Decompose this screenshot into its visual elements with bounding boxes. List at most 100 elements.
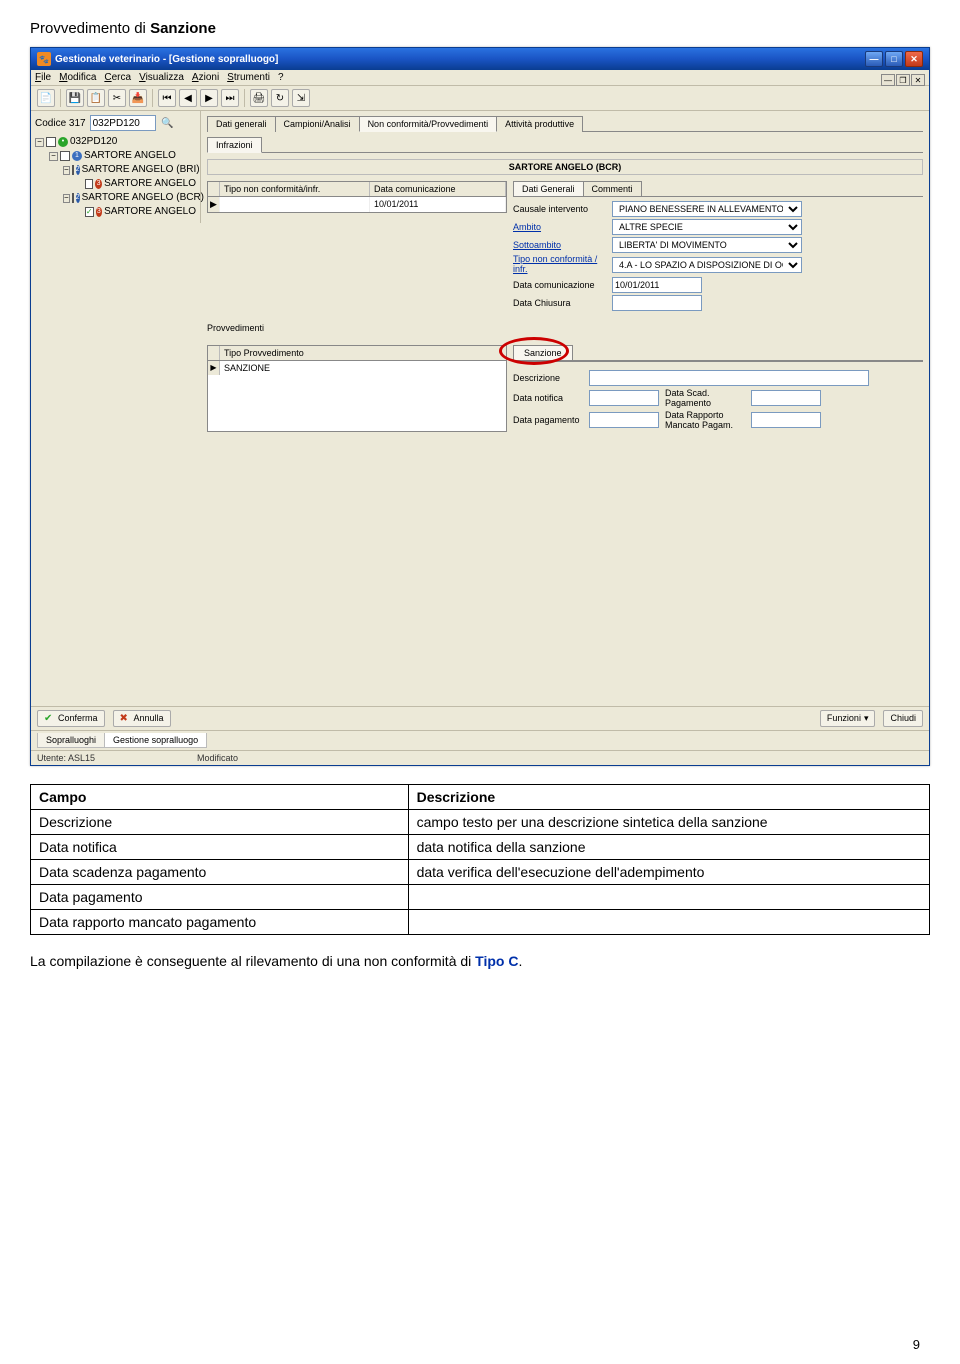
lbl-data-rapporto: Data Rapporto Mancato Pagam. — [665, 410, 745, 430]
search-icon[interactable]: 🔍 — [160, 115, 176, 131]
tree-node-root[interactable]: 032PD120 — [70, 135, 117, 149]
tipo-c-bold: Tipo C — [475, 953, 518, 969]
tab-campioni[interactable]: Campioni/Analisi — [275, 116, 360, 132]
mdi-close-button[interactable]: ✕ — [911, 74, 925, 86]
tree-node-4[interactable]: SARTORE ANGELO (BCR) — [82, 191, 204, 205]
infrazioni-grid[interactable]: Tipo non conformità/infr. Data comunicaz… — [207, 181, 507, 213]
lbl-descrizione: Descrizione — [513, 373, 583, 383]
toolbar-cut-icon[interactable]: ✂ — [108, 89, 126, 107]
grid-cell-data[interactable]: 10/01/2011 — [370, 197, 506, 212]
input-data-rapporto[interactable] — [751, 412, 821, 428]
grid-col-tipo: Tipo non conformità/infr. — [220, 182, 370, 196]
codice-input[interactable] — [90, 115, 156, 131]
chevron-down-icon: ▾ — [864, 713, 869, 724]
row-marker-icon: ▶ — [208, 197, 220, 212]
toolbar-paste-icon[interactable]: 📥 — [129, 89, 147, 107]
tree-node-5[interactable]: SARTORE ANGELO — [104, 205, 196, 219]
select-sottoambito[interactable]: LIBERTA' DI MOVIMENTO — [612, 237, 802, 253]
annulla-button[interactable]: Annulla — [113, 710, 171, 727]
statusbar: Utente: ASL15 Modificato — [31, 750, 929, 765]
toolbar-nav-last-icon[interactable]: ⏭ — [221, 89, 239, 107]
td: campo testo per una descrizione sintetic… — [408, 809, 929, 834]
td: Data pagamento — [31, 884, 409, 909]
maximize-button[interactable]: □ — [885, 51, 903, 67]
td: Descrizione — [31, 809, 409, 834]
cross-icon — [120, 713, 131, 724]
toolbar-refresh-icon[interactable]: ↻ — [271, 89, 289, 107]
input-descrizione[interactable] — [589, 370, 869, 386]
input-data-pagamento[interactable] — [589, 412, 659, 428]
toolbar-nav-next-icon[interactable]: ▶ — [200, 89, 218, 107]
toolbar: 📄 💾 📋 ✂ 📥 ⏮ ◀ ▶ ⏭ 🖨 ↻ ⇲ — [31, 86, 929, 111]
tree-node-1[interactable]: SARTORE ANGELO — [84, 149, 176, 163]
toolbar-new-icon[interactable]: 📄 — [37, 89, 55, 107]
toolbar-nav-first-icon[interactable]: ⏮ — [158, 89, 176, 107]
select-tipo-nonconf[interactable]: 4.A - LO SPAZIO A DISPOSIZIONE DI OGNI A… — [612, 257, 802, 273]
td: data notifica della sanzione — [408, 834, 929, 859]
window-title: Gestionale veterinario - [Gestione sopra… — [55, 54, 865, 65]
tab-sanzione[interactable]: Sanzione — [513, 345, 573, 360]
provvedimenti-label: Provvedimenti — [207, 323, 923, 333]
chiudi-button[interactable]: Chiudi — [883, 710, 923, 727]
tab-non-conformita[interactable]: Non conformità/Provvedimenti — [359, 116, 498, 132]
input-data-comunicazione[interactable] — [612, 277, 702, 293]
tree-view[interactable]: −•032PD120 −1SARTORE ANGELO −2SARTORE AN… — [35, 135, 196, 219]
prov-cell-tipo[interactable]: SANZIONE — [220, 361, 506, 375]
provvedimenti-grid[interactable]: Tipo Provvedimento ▶ SANZIONE — [207, 345, 507, 432]
field-description-table: Campo Descrizione Descrizionecampo testo… — [30, 784, 930, 935]
link-sottoambito[interactable]: Sottoambito — [513, 240, 608, 250]
menu-strumenti[interactable]: Strumenti — [227, 72, 270, 83]
footer-tab-gestione[interactable]: Gestione sopralluogo — [104, 733, 207, 748]
toolbar-print-icon[interactable]: 🖨 — [250, 89, 268, 107]
menu-file[interactable]: FFileile — [35, 72, 51, 83]
lbl-causale: Causale intervento — [513, 204, 608, 214]
td: Data rapporto mancato pagamento — [31, 909, 409, 934]
conferma-button[interactable]: Conferma — [37, 710, 105, 727]
titlebar: 🐾 Gestionale veterinario - [Gestione sop… — [31, 48, 929, 70]
td — [408, 909, 929, 934]
select-causale[interactable]: PIANO BENESSERE IN ALLEVAMENTO — [612, 201, 802, 217]
th-campo: Campo — [31, 784, 409, 809]
menu-modifica[interactable]: Modifica — [59, 72, 96, 83]
menu-azioni[interactable]: Azioni — [192, 72, 219, 83]
subtab-infrazioni[interactable]: Infrazioni — [207, 137, 262, 153]
mdi-minimize-button[interactable]: — — [881, 74, 895, 86]
footer-tab-sopralluoghi[interactable]: Sopralluoghi — [37, 733, 105, 748]
tree-node-3[interactable]: SARTORE ANGELO — [104, 177, 196, 191]
grid-cell-tipo[interactable] — [220, 197, 370, 212]
right-pane: Dati generali Campioni/Analisi Non confo… — [201, 111, 929, 706]
menubar: FFileile Modifica Cerca Visualizza Azion… — [31, 70, 929, 86]
inner-tab-dati[interactable]: Dati Generali — [513, 181, 584, 196]
tab-dati-generali[interactable]: Dati generali — [207, 116, 276, 132]
menu-cerca[interactable]: Cerca — [104, 72, 131, 83]
menu-visualizza[interactable]: Visualizza — [139, 72, 184, 83]
td: Data scadenza pagamento — [31, 859, 409, 884]
minimize-button[interactable]: — — [865, 51, 883, 67]
lbl-data-pagamento: Data pagamento — [513, 415, 583, 425]
page-number: 9 — [913, 1337, 920, 1352]
input-data-chiusura[interactable] — [612, 295, 702, 311]
select-ambito[interactable]: ALTRE SPECIE — [612, 219, 802, 235]
lbl-data-notifica: Data notifica — [513, 393, 583, 403]
tree-node-2[interactable]: SARTORE ANGELO (BRI) — [82, 163, 200, 177]
toolbar-copy-icon[interactable]: 📋 — [87, 89, 105, 107]
left-pane: Codice 317 🔍 −•032PD120 −1SARTORE ANGELO… — [31, 111, 201, 223]
menu-help[interactable]: ? — [278, 72, 284, 83]
th-descrizione: Descrizione — [408, 784, 929, 809]
main-tabs: Dati generali Campioni/Analisi Non confo… — [207, 115, 923, 132]
input-data-scad-pagamento[interactable] — [751, 390, 821, 406]
input-data-notifica[interactable] — [589, 390, 659, 406]
inner-tab-commenti[interactable]: Commenti — [583, 181, 642, 196]
grid-col-data: Data comunicazione — [370, 182, 506, 196]
row-marker-icon: ▶ — [208, 361, 220, 375]
link-ambito[interactable]: Ambito — [513, 222, 608, 232]
link-tipo-nonconf[interactable]: Tipo non conformità / infr. — [513, 255, 608, 275]
toolbar-nav-prev-icon[interactable]: ◀ — [179, 89, 197, 107]
codice-label: Codice 317 — [35, 118, 86, 129]
funzioni-button[interactable]: Funzioni ▾ — [820, 710, 876, 727]
toolbar-export-icon[interactable]: ⇲ — [292, 89, 310, 107]
mdi-restore-button[interactable]: ❐ — [896, 74, 910, 86]
close-button[interactable]: ✕ — [905, 51, 923, 67]
tab-attivita[interactable]: Attività produttive — [496, 116, 583, 132]
toolbar-save-icon[interactable]: 💾 — [66, 89, 84, 107]
